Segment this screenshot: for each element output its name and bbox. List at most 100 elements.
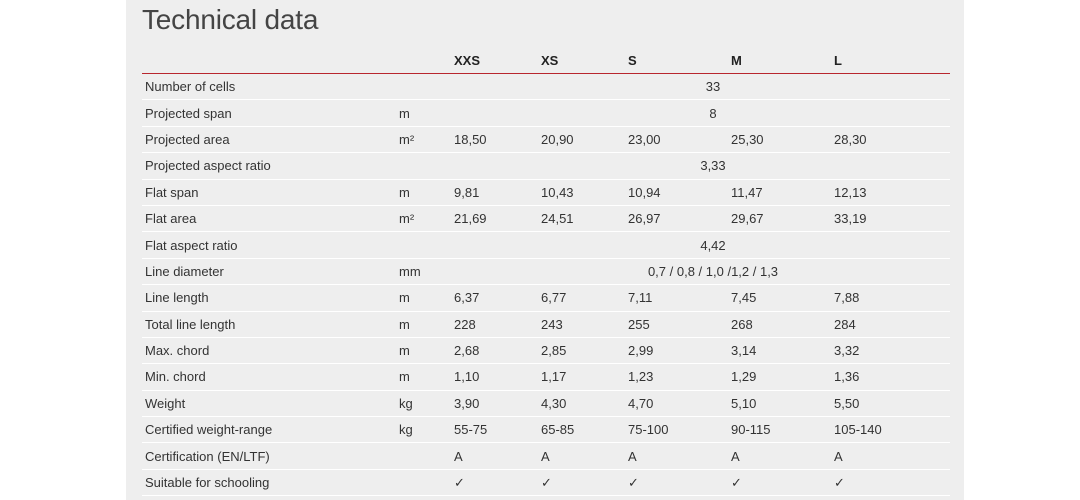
technical-data-table: XXS XS S M L Number of cells 33 Projecte… (142, 48, 950, 497)
row-unit (399, 469, 454, 497)
row-merged-value: 4,42 (454, 231, 950, 259)
row-label: Flat span (142, 179, 399, 206)
row-unit: kg (399, 390, 454, 418)
cell-s: 26,97 (628, 205, 731, 233)
row-label: Flat area (142, 205, 399, 233)
cell-s: A (628, 442, 731, 470)
table-row: Certified weight-range kg 55-75 65-85 75… (142, 416, 950, 444)
cell-xxs: 1,10 (454, 363, 541, 391)
row-unit: m (399, 284, 454, 312)
table-row: Certification (EN/LTF) A A A A A (142, 442, 950, 470)
table-row: Projected span m 8 (142, 99, 950, 127)
row-merged-value: 3,33 (454, 152, 950, 180)
row-unit (399, 73, 454, 101)
header-label (142, 48, 399, 74)
cell-m: 11,47 (731, 179, 834, 206)
cell-xs: 20,90 (541, 126, 628, 154)
row-label: Weight (142, 390, 399, 418)
row-unit: kg (399, 416, 454, 444)
cell-l: 284 (834, 311, 950, 338)
cell-s: 1,23 (628, 363, 731, 391)
cell-l: 33,19 (834, 205, 950, 233)
cell-xs: 4,30 (541, 390, 628, 418)
merged-value-text: 33 (705, 79, 721, 95)
checkmark-icon: ✓ (628, 469, 731, 497)
merged-value-text: 0,7 / 0,8 / 1,0 /1,2 / 1,3 (647, 263, 779, 279)
header-unit (399, 48, 454, 74)
cell-m: 90-115 (731, 416, 834, 444)
row-unit: m (399, 179, 454, 206)
table-row: Line length m 6,37 6,77 7,11 7,45 7,88 (142, 284, 950, 312)
cell-xs: 243 (541, 311, 628, 338)
cell-l: 1,36 (834, 363, 950, 391)
cell-m: 268 (731, 311, 834, 338)
cell-l: 3,32 (834, 337, 950, 365)
row-label: Projected aspect ratio (142, 152, 399, 180)
cell-m: 29,67 (731, 205, 834, 233)
table-row: Projected aspect ratio 3,33 (142, 152, 950, 180)
row-unit: mm (399, 258, 454, 286)
cell-xxs: 18,50 (454, 126, 541, 154)
row-label: Flat aspect ratio (142, 231, 399, 259)
row-unit (399, 442, 454, 470)
row-unit: m (399, 99, 454, 127)
cell-m: 25,30 (731, 126, 834, 154)
row-label: Total line length (142, 311, 399, 338)
row-label: Projected area (142, 126, 399, 154)
header-size-s: S (628, 48, 731, 74)
cell-s: 7,11 (628, 284, 731, 312)
cell-xs: 10,43 (541, 179, 628, 206)
cell-l: 28,30 (834, 126, 950, 154)
checkmark-icon: ✓ (541, 469, 628, 497)
table-row: Number of cells 33 (142, 73, 950, 101)
table-row: Flat span m 9,81 10,43 10,94 11,47 12,13 (142, 179, 950, 206)
merged-value-text: 8 (709, 105, 717, 121)
cell-s: 23,00 (628, 126, 731, 154)
cell-m: 1,29 (731, 363, 834, 391)
cell-l: 5,50 (834, 390, 950, 418)
cell-l: 12,13 (834, 179, 950, 206)
row-unit: m (399, 363, 454, 391)
row-unit: m (399, 311, 454, 338)
technical-data-panel: Technical data XXS XS S M L Number of ce… (126, 0, 964, 500)
row-unit: m² (399, 126, 454, 154)
cell-s: 255 (628, 311, 731, 338)
header-size-m: M (731, 48, 834, 74)
cell-m: A (731, 442, 834, 470)
row-unit (399, 152, 454, 180)
row-label: Suitable for schooling (142, 469, 399, 497)
cell-m: 3,14 (731, 337, 834, 365)
table-row: Suitable for schooling ✓ ✓ ✓ ✓ ✓ (142, 469, 950, 497)
row-unit: m² (399, 205, 454, 233)
table-row: Min. chord m 1,10 1,17 1,23 1,29 1,36 (142, 363, 950, 391)
cell-l: 7,88 (834, 284, 950, 312)
checkmark-icon: ✓ (731, 469, 834, 497)
cell-s: 2,99 (628, 337, 731, 365)
header-size-xxs: XXS (454, 48, 541, 74)
row-label: Line diameter (142, 258, 399, 286)
cell-xs: 24,51 (541, 205, 628, 233)
cell-xs: 6,77 (541, 284, 628, 312)
row-label: Line length (142, 284, 399, 312)
row-merged-value: 33 (454, 73, 950, 101)
cell-xxs: 21,69 (454, 205, 541, 233)
checkmark-icon: ✓ (834, 469, 950, 497)
checkmark-icon: ✓ (454, 469, 541, 497)
table-row: Flat area m² 21,69 24,51 26,97 29,67 33,… (142, 205, 950, 233)
cell-s: 10,94 (628, 179, 731, 206)
table-row: Projected area m² 18,50 20,90 23,00 25,3… (142, 126, 950, 154)
cell-s: 4,70 (628, 390, 731, 418)
cell-xxs: 228 (454, 311, 541, 338)
header-size-xs: XS (541, 48, 628, 74)
row-unit (399, 231, 454, 259)
cell-xxs: 3,90 (454, 390, 541, 418)
cell-xxs: 55-75 (454, 416, 541, 444)
row-label: Number of cells (142, 73, 399, 101)
row-label: Max. chord (142, 337, 399, 365)
cell-xs: A (541, 442, 628, 470)
row-label: Min. chord (142, 363, 399, 391)
row-unit: m (399, 337, 454, 365)
cell-xxs: A (454, 442, 541, 470)
cell-l: 105-140 (834, 416, 950, 444)
table-row: Line diameter mm 0,7 / 0,8 / 1,0 /1,2 / … (142, 258, 950, 286)
